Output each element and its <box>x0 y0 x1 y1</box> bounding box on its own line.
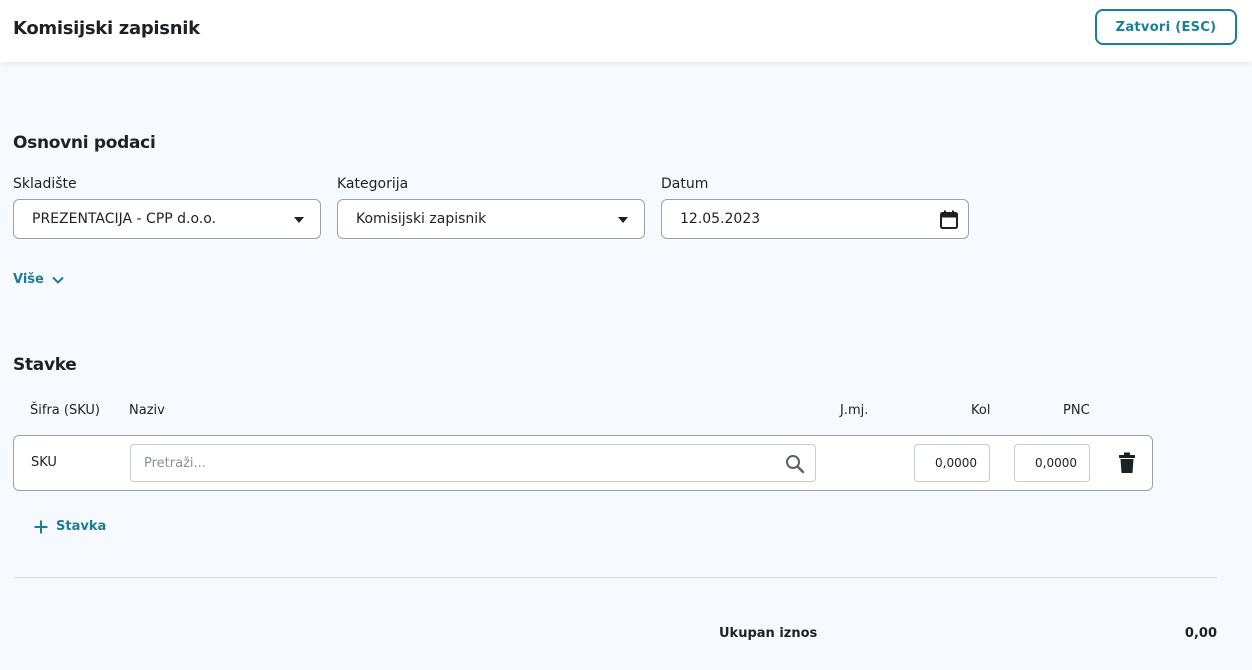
warehouse-value: PREZENTACIJA - CPP d.o.o. <box>32 211 217 227</box>
more-toggle[interactable]: Više <box>13 272 64 287</box>
category-value: Komisijski zapisnik <box>356 211 487 227</box>
divider <box>13 577 1217 578</box>
item-search-input[interactable] <box>131 445 815 481</box>
quantity-input[interactable]: 0,0000 <box>914 444 990 482</box>
total-label: Ukupan iznos <box>719 626 818 641</box>
total-value: 0,00 <box>1184 626 1217 641</box>
sku-cell: SKU <box>31 455 57 470</box>
add-item-button[interactable]: Stavka <box>34 519 106 534</box>
date-value: 12.05.2023 <box>680 211 761 227</box>
warehouse-select[interactable]: PREZENTACIJA - CPP d.o.o. <box>13 199 321 239</box>
add-item-label: Stavka <box>56 519 107 534</box>
calendar-icon[interactable] <box>940 210 958 229</box>
caret-down-icon <box>618 217 628 223</box>
more-label: Više <box>13 272 44 287</box>
item-search-field[interactable] <box>130 444 816 482</box>
category-label: Kategorija <box>337 176 409 192</box>
column-header-sku: Šifra (SKU) <box>30 403 100 418</box>
category-select[interactable]: Komisijski zapisnik <box>337 199 645 239</box>
item-row: SKU 0,0000 0,0000 <box>13 435 1153 491</box>
column-header-unit: J.mj. <box>840 403 869 418</box>
section-title-items: Stavke <box>13 355 77 375</box>
page-title: Komisijski zapisnik <box>13 18 200 39</box>
trash-icon[interactable] <box>1118 452 1136 474</box>
warehouse-label: Skladište <box>13 176 77 192</box>
date-input[interactable]: 12.05.2023 <box>661 199 969 239</box>
top-bar: Komisijski zapisnik Zatvori (ESC) <box>0 0 1252 62</box>
pnc-input[interactable]: 0,0000 <box>1014 444 1090 482</box>
section-title-basic: Osnovni podaci <box>13 133 156 153</box>
column-header-pnc: PNC <box>1063 403 1090 418</box>
date-label: Datum <box>661 176 709 192</box>
close-button[interactable]: Zatvori (ESC) <box>1095 9 1237 45</box>
column-header-quantity: Kol <box>971 403 991 418</box>
plus-icon <box>34 520 48 533</box>
search-icon[interactable] <box>785 454 805 474</box>
caret-down-icon <box>294 217 304 223</box>
column-header-name: Naziv <box>129 403 165 418</box>
chevron-down-icon <box>52 276 64 284</box>
